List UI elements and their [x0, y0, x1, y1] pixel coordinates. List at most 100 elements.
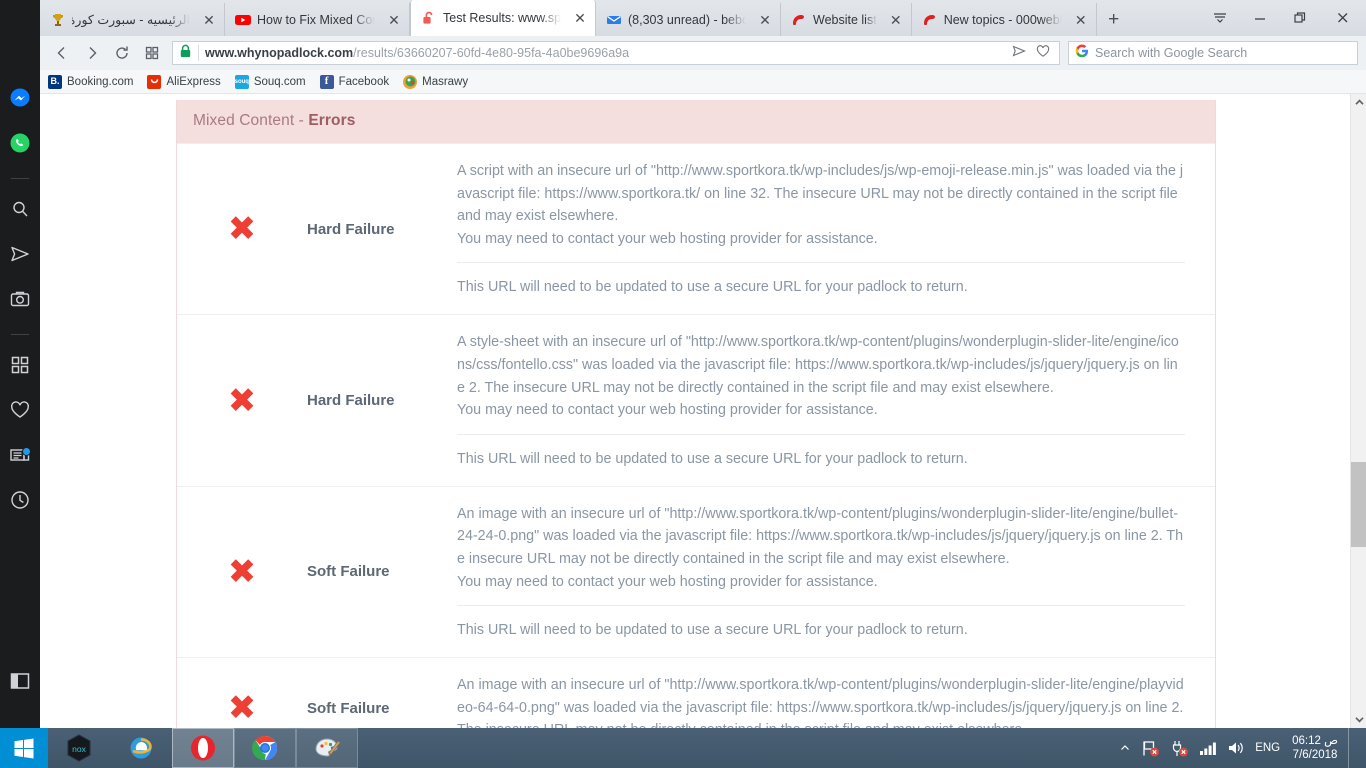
page-scrollbar[interactable]	[1350, 94, 1366, 728]
tray-time: 06:12 ص	[1292, 735, 1338, 747]
sidebar-item-snapshot[interactable]	[0, 279, 40, 324]
taskbar-app-paint[interactable]	[296, 728, 358, 768]
facebook-icon: f	[319, 74, 334, 89]
tab-new-topics-000webhost[interactable]: New topics - 000webhos ✕	[912, 3, 1097, 36]
sidebar-item-history[interactable]	[0, 480, 40, 525]
show-desktop-button[interactable]	[1348, 728, 1356, 768]
url-divider	[198, 45, 199, 61]
bookmark-facebook[interactable]: f Facebook	[319, 74, 390, 89]
system-tray: ENG 06:12 ص 7/6/2018	[1119, 728, 1366, 768]
tab-test-results-active[interactable]: Test Results: www.sportk ✕	[410, 0, 596, 36]
taskbar-app-internet-explorer[interactable]	[110, 728, 172, 768]
phpbb-icon	[922, 12, 938, 28]
tray-language[interactable]: ENG	[1255, 742, 1280, 754]
row-message-secondary: You may need to contact your web hosting…	[457, 573, 878, 590]
sidebar-item-panel-toggle[interactable]	[0, 661, 40, 706]
bookmark-booking[interactable]: B. Booking.com	[48, 74, 133, 89]
search-input[interactable]: Search with Google Search	[1095, 46, 1247, 60]
tab-website-list[interactable]: Website list ✕	[781, 3, 912, 36]
table-row: ✖ Hard Failure A style-sheet with an ins…	[177, 314, 1215, 485]
tab-title: (8,303 unread) - bebo20	[628, 12, 746, 27]
tab-title: الرئيسيه - سبورت كورة	[72, 13, 190, 27]
tray-clock[interactable]: 06:12 ص 7/6/2018	[1290, 734, 1338, 762]
window-controls	[1200, 0, 1366, 36]
sidebar-item-search[interactable]	[0, 189, 40, 234]
speed-dial-button[interactable]	[138, 40, 166, 66]
new-tab-button[interactable]: +	[1097, 3, 1131, 36]
card-header: Mixed Content - Errors	[177, 100, 1215, 143]
row-icon-cell: ✖	[177, 674, 307, 728]
scroll-up-arrow-icon[interactable]	[1351, 94, 1366, 111]
start-button[interactable]	[0, 728, 48, 768]
tab-close-icon[interactable]: ✕	[887, 11, 905, 29]
sidebar-divider	[11, 334, 29, 335]
google-icon	[1075, 44, 1089, 63]
scrollbar-thumb[interactable]	[1351, 462, 1366, 547]
taskbar-app-nox[interactable]: nox	[48, 728, 110, 768]
telegram-send-icon	[9, 243, 31, 270]
reload-button[interactable]	[108, 40, 136, 66]
red-x-icon: ✖	[227, 209, 257, 250]
messenger-icon	[9, 87, 31, 114]
bookmark-souq[interactable]: souq Souq.com	[235, 74, 306, 89]
address-bar[interactable]: www.whynopadlock.com/results/63660207-60…	[172, 41, 1060, 65]
trophy-icon	[50, 12, 66, 28]
tab-sportkora-home[interactable]: الرئيسيه - سبورت كورة ✕	[40, 3, 225, 36]
tab-mail-unread[interactable]: (8,303 unread) - bebo20 ✕	[596, 3, 781, 36]
tray-overflow-icon[interactable]	[1119, 742, 1131, 754]
tab-close-icon[interactable]: ✕	[571, 9, 589, 27]
tab-close-icon[interactable]: ✕	[385, 11, 403, 29]
tab-title: Website list	[813, 12, 877, 27]
bookmark-label: Masrawy	[422, 75, 469, 88]
forward-button[interactable]	[78, 40, 106, 66]
red-x-icon: ✖	[227, 551, 257, 592]
sidebar-item-speed-dial[interactable]	[0, 345, 40, 390]
windows-taskbar: nox ENG 06:12 ص 7/6/2018	[0, 728, 1366, 768]
network-error-icon[interactable]	[1170, 739, 1189, 758]
volume-icon[interactable]	[1227, 740, 1245, 756]
back-button[interactable]	[48, 40, 76, 66]
souq-icon: souq	[235, 74, 249, 89]
row-icon-cell: ✖	[177, 503, 307, 641]
masrawy-icon	[403, 74, 418, 89]
scroll-down-arrow-icon[interactable]	[1351, 711, 1366, 728]
send-icon[interactable]	[1011, 43, 1027, 64]
row-severity: Hard Failure	[307, 392, 395, 410]
sidebar-divider	[11, 178, 29, 179]
tray-date: 7/6/2018	[1292, 749, 1338, 761]
sidebar-item-messenger[interactable]	[0, 78, 40, 123]
tab-strip: الرئيسيه - سبورت كورة ✕ How to Fix Mixed…	[0, 0, 1366, 36]
taskbar-app-chrome[interactable]	[234, 728, 296, 768]
phpbb-icon	[791, 12, 807, 28]
tab-close-icon[interactable]: ✕	[756, 11, 774, 29]
row-severity: Hard Failure	[307, 220, 395, 238]
panel-toggle-icon	[10, 672, 30, 695]
bookmarks-heart-icon	[9, 399, 31, 426]
bookmark-masrawy[interactable]: Masrawy	[403, 74, 469, 89]
tab-close-icon[interactable]: ✕	[200, 11, 218, 29]
search-bar[interactable]: Search with Google Search	[1068, 41, 1358, 65]
sidebar-item-news[interactable]	[0, 435, 40, 480]
bookmark-aliexpress[interactable]: AliExpress	[147, 74, 221, 89]
opera-menu-icon[interactable]	[1200, 1, 1240, 35]
sidebar-item-send[interactable]	[0, 234, 40, 279]
row-message: A script with an insecure url of "http:/…	[457, 160, 1185, 250]
tab-close-icon[interactable]: ✕	[1072, 11, 1090, 29]
heart-icon[interactable]	[1035, 43, 1051, 64]
page-viewport: Mixed Content - Errors ✖ Hard Failure A …	[40, 94, 1366, 728]
close-window-button[interactable]	[1320, 1, 1366, 35]
tab-how-to-fix-mixed-content[interactable]: How to Fix Mixed Conte ✕	[225, 3, 410, 36]
opera-sidebar	[0, 0, 40, 728]
sidebar-item-bookmarks[interactable]	[0, 390, 40, 435]
youtube-icon	[235, 12, 251, 28]
signal-bars-icon[interactable]	[1199, 740, 1217, 756]
sidebar-item-whatsapp[interactable]	[0, 123, 40, 168]
minimize-button[interactable]	[1240, 1, 1280, 35]
row-message-secondary: You may need to contact your web hosting…	[457, 402, 878, 419]
restore-button[interactable]	[1280, 1, 1320, 35]
taskbar-app-opera[interactable]	[172, 728, 234, 768]
bookmark-label: Facebook	[338, 75, 390, 88]
flag-error-icon[interactable]	[1141, 739, 1160, 758]
row-severity: Soft Failure	[307, 563, 390, 581]
row-note: This URL will need to be updated to use …	[457, 433, 1185, 470]
